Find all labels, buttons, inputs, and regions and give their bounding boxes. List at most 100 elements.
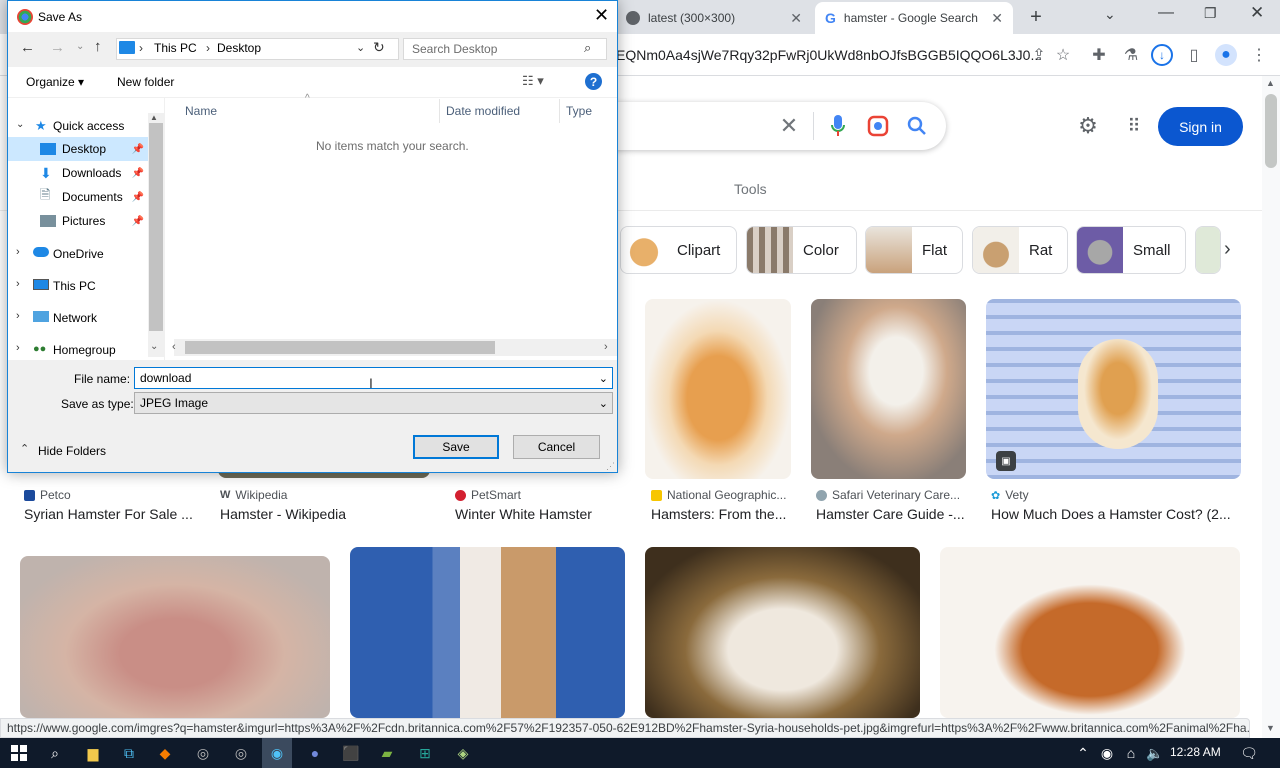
lens-search-icon[interactable] <box>864 112 892 140</box>
lab-flask-icon[interactable]: ⚗ <box>1120 44 1142 66</box>
apps-grid-icon[interactable]: ⠿ <box>1120 112 1148 140</box>
nav-scrollbar-thumb[interactable] <box>149 123 163 331</box>
tools-tab[interactable]: Tools <box>734 181 767 197</box>
column-divider[interactable] <box>559 99 560 123</box>
nav-item-downloads[interactable]: ⬇ Downloads 📌 <box>8 161 148 185</box>
result-title[interactable]: Syrian Hamster For Sale ... <box>24 506 193 522</box>
result-image-safari-vet[interactable]: ▣ <box>986 299 1241 479</box>
app-icon[interactable]: ⊞ <box>410 738 440 768</box>
search-icon[interactable]: ⌕ <box>584 40 591 56</box>
nav-onedrive[interactable]: OneDrive <box>53 247 104 261</box>
chip-color[interactable]: Color <box>746 226 857 274</box>
chip-more[interactable] <box>1195 226 1221 274</box>
sign-in-button[interactable]: Sign in <box>1158 107 1243 146</box>
dropdown-chevron-icon[interactable]: ⌄ <box>599 397 608 410</box>
minecraft-icon[interactable]: ▰ <box>372 738 402 768</box>
column-header-date-modified[interactable]: Date modified <box>446 104 520 118</box>
hscroll-left-icon[interactable]: ‹ <box>172 341 176 353</box>
help-icon[interactable]: ? <box>585 73 602 90</box>
nav-this-pc[interactable]: This PC <box>53 279 96 293</box>
pin-icon[interactable]: 📌 <box>132 192 144 203</box>
page-scrollbar[interactable] <box>1262 76 1280 738</box>
chrome-active-icon[interactable]: ◉ <box>262 738 292 768</box>
breadcrumb-this-pc[interactable]: This PC <box>154 41 197 55</box>
expand-chevron-icon[interactable]: › <box>16 246 20 258</box>
result-image-baby-hamsters[interactable] <box>20 556 330 718</box>
chrome-icon[interactable]: ◎ <box>188 738 218 768</box>
organize-button[interactable]: Organize ▾ <box>26 75 84 89</box>
close-window-icon[interactable]: ✕ <box>1250 3 1264 23</box>
menu-kebab-icon[interactable]: ⋮ <box>1248 44 1270 66</box>
tab-search-chevron-icon[interactable]: ⌄ <box>1104 6 1116 23</box>
expand-chevron-icon[interactable]: › <box>16 310 20 322</box>
recent-chevron-icon[interactable]: ⌄ <box>76 41 84 52</box>
download-icon[interactable]: ↓ <box>1151 44 1173 66</box>
chip-clipart[interactable]: Clipart <box>620 226 737 274</box>
result-image-natgeo[interactable] <box>811 299 966 479</box>
restore-icon[interactable]: ❐ <box>1204 5 1217 22</box>
view-options-icon[interactable]: ☷ ▾ <box>522 73 544 89</box>
nav-item-pictures[interactable]: Pictures 📌 <box>8 209 148 233</box>
voice-search-icon[interactable] <box>824 112 852 140</box>
gitlab-fox-icon[interactable]: ◆ <box>150 738 180 768</box>
profile-avatar-icon[interactable]: ● <box>1215 44 1237 66</box>
nav-scroll-up-icon[interactable]: ▲ <box>150 113 158 122</box>
resize-grip-icon[interactable]: ⋰ <box>606 461 615 472</box>
scroll-down-arrow-icon[interactable]: ▼ <box>1266 723 1275 733</box>
discord-icon[interactable]: ● <box>300 738 330 768</box>
save-as-type-select[interactable]: JPEG Image ⌄ <box>134 392 613 414</box>
back-arrow-icon[interactable]: ← <box>20 39 35 56</box>
cancel-button[interactable]: Cancel <box>513 435 600 459</box>
expand-chevron-icon[interactable]: ⌄ <box>16 119 24 130</box>
forward-arrow-icon[interactable]: → <box>50 39 65 56</box>
column-divider[interactable] <box>439 99 440 123</box>
scroll-up-arrow-icon[interactable]: ▲ <box>1266 78 1275 88</box>
pin-icon[interactable]: 📌 <box>132 168 144 179</box>
result-title[interactable]: Hamsters: From the... <box>651 506 786 522</box>
save-button[interactable]: Save <box>413 435 499 459</box>
address-dropdown-icon[interactable]: ⌄ <box>356 41 365 54</box>
result-image-winter-white[interactable] <box>645 547 920 718</box>
file-name-input[interactable]: download ⌄ <box>134 367 613 389</box>
start-windows-icon[interactable] <box>4 738 34 768</box>
share-icon[interactable]: ⇪ <box>1028 44 1050 66</box>
cube-app-icon[interactable]: ◈ <box>448 738 478 768</box>
column-header-type[interactable]: Type <box>566 104 592 118</box>
result-image-golden-hamster[interactable] <box>940 547 1240 718</box>
new-folder-button[interactable]: New folder <box>117 75 174 89</box>
dialog-close-icon[interactable]: ✕ <box>594 5 609 26</box>
search-icon[interactable]: ⌕ <box>40 738 70 768</box>
chips-next-arrow-icon[interactable]: › <box>1224 238 1231 261</box>
search-icon[interactable] <box>903 112 931 140</box>
result-title[interactable]: Hamster Care Guide -... <box>816 506 965 522</box>
nav-quick-access[interactable]: Quick access <box>53 119 124 133</box>
nav-item-desktop[interactable]: Desktop 📌 <box>8 137 148 161</box>
chip-rat[interactable]: Rat <box>972 226 1068 274</box>
clock[interactable]: 12:28 AM <box>1170 745 1221 759</box>
close-tab-icon[interactable]: ✕ <box>991 10 1003 27</box>
tab-latest[interactable]: latest (300×300) ✕ <box>616 2 812 34</box>
pin-icon[interactable]: 📌 <box>132 144 144 155</box>
nav-scroll-down-icon[interactable]: ⌄ <box>150 341 158 352</box>
volume-icon[interactable]: 🔈 <box>1140 738 1170 768</box>
tab-hamster-search[interactable]: G hamster - Google Search ✕ <box>815 2 1013 34</box>
minimize-icon[interactable]: — <box>1158 4 1174 22</box>
pin-icon[interactable]: 📌 <box>132 216 144 227</box>
clear-search-icon[interactable]: ✕ <box>775 112 803 140</box>
task-view-icon[interactable]: ⧉ <box>114 738 144 768</box>
chip-small[interactable]: Small <box>1076 226 1186 274</box>
result-title[interactable]: Hamster - Wikipedia <box>220 506 346 522</box>
unity-icon[interactable]: ⬛ <box>336 738 366 768</box>
chrome-alt-icon[interactable]: ◎ <box>226 738 256 768</box>
up-arrow-icon[interactable]: ↑ <box>94 38 102 55</box>
settings-gear-icon[interactable]: ⚙ <box>1074 112 1102 140</box>
chip-flat[interactable]: Flat <box>865 226 963 274</box>
nav-network[interactable]: Network <box>53 311 97 325</box>
hscroll-right-icon[interactable]: › <box>604 341 608 353</box>
refresh-icon[interactable]: ↻ <box>373 39 385 56</box>
nav-item-documents[interactable]: 🗎 Documents 📌 <box>8 185 148 209</box>
extensions-icon[interactable]: ✚ <box>1088 44 1110 66</box>
close-tab-icon[interactable]: ✕ <box>790 10 802 27</box>
breadcrumb-desktop[interactable]: Desktop <box>217 41 261 55</box>
notifications-icon[interactable]: 🗨 <box>1234 738 1264 768</box>
